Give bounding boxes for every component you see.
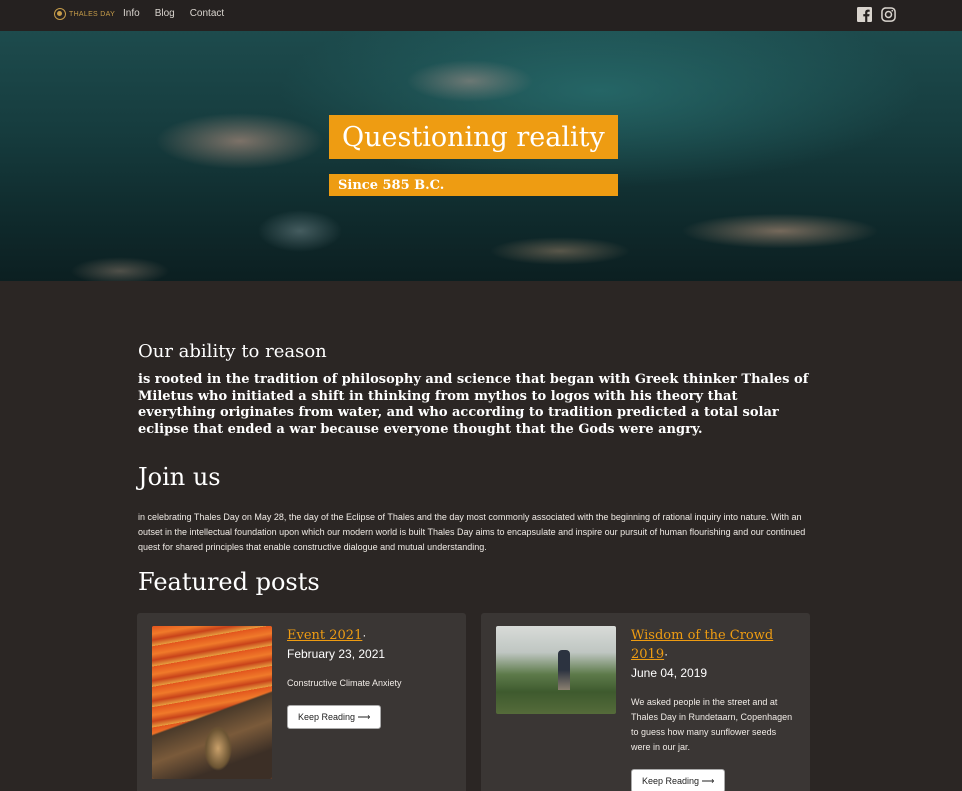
post-title-link[interactable]: Event 2021: [287, 628, 362, 643]
post-info: Wisdom of the Crowd 2019· June 04, 2019 …: [631, 626, 796, 791]
post-description: We asked people in the street and at Tha…: [631, 697, 793, 752]
hero-banner: Questioning reality Since 585 B.C.: [0, 31, 962, 281]
nav-link-contact[interactable]: Contact: [190, 8, 224, 19]
main-content: Our ability to reason is rooted in the t…: [138, 340, 810, 596]
post-info: Event 2021· February 23, 2021 Constructi…: [287, 626, 452, 729]
social-links: [857, 7, 896, 22]
post-title-link[interactable]: Wisdom of the Crowd 2019: [631, 628, 773, 662]
join-text: in celebrating Thales Day on May 28, the…: [138, 512, 806, 552]
top-navbar: THALES DAY Info Blog Contact: [0, 0, 962, 31]
keep-reading-button[interactable]: Keep Reading ⟶: [287, 705, 382, 729]
nav-link-info[interactable]: Info: [123, 8, 140, 19]
hero-title: Questioning reality: [329, 115, 618, 159]
reason-text: is rooted in the tradition of philosophy…: [138, 372, 809, 437]
nav-links: Info Blog Contact: [123, 8, 224, 19]
facebook-icon[interactable]: [857, 7, 872, 22]
post-thumbnail[interactable]: [152, 626, 272, 779]
post-card: Wisdom of the Crowd 2019· June 04, 2019 …: [481, 613, 810, 791]
nav-link-blog[interactable]: Blog: [155, 8, 175, 19]
instagram-icon[interactable]: [881, 7, 896, 22]
featured-heading: Featured posts: [138, 568, 320, 596]
keep-reading-button[interactable]: Keep Reading ⟶: [631, 769, 726, 791]
site-logo[interactable]: THALES DAY: [54, 8, 115, 20]
logo-text: THALES DAY: [69, 10, 116, 18]
separator-dot: ·: [362, 628, 367, 642]
separator-dot: ·: [664, 647, 669, 661]
post-description: Constructive Climate Anxiety: [287, 678, 402, 688]
logo-icon: [54, 8, 66, 20]
post-thumbnail[interactable]: [496, 626, 616, 714]
post-card: Event 2021· February 23, 2021 Constructi…: [137, 613, 466, 791]
scream-painting-image: [152, 626, 272, 779]
post-date: February 23, 2021: [287, 647, 386, 661]
hero-subtitle: Since 585 B.C.: [329, 174, 618, 196]
post-date: June 04, 2019: [631, 666, 708, 680]
join-heading: Join us: [138, 463, 221, 491]
reason-heading: Our ability to reason: [138, 341, 327, 362]
garden-photo-image: [496, 626, 616, 714]
